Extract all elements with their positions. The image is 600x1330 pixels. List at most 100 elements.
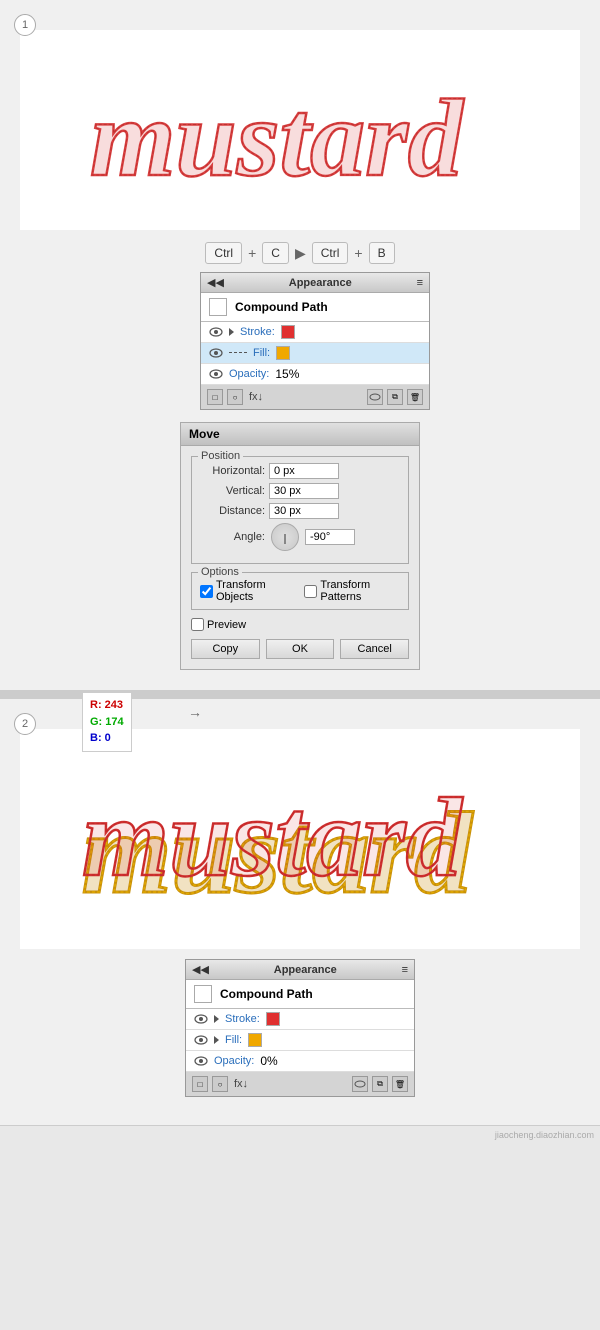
angle-input[interactable] <box>305 529 355 545</box>
panel-menu-btn-2[interactable]: ≡ <box>402 964 408 976</box>
arrow-sym: ▶ <box>295 245 306 262</box>
step-number-2: 2 <box>14 713 36 735</box>
opacity-label-1[interactable]: Opacity: <box>229 368 269 380</box>
header-swatch-1 <box>209 298 227 316</box>
key-b: B <box>369 242 395 264</box>
eye-icon-opacity-2 <box>194 1056 208 1066</box>
fill-label-2[interactable]: Fill: <box>225 1034 242 1046</box>
step-number-1: 1 <box>14 14 36 36</box>
angle-dial[interactable] <box>271 523 299 551</box>
panel-collapse-btn-1[interactable]: ◀◀ <box>207 276 224 289</box>
panel-container-1: R: 243 G: 174 B: 0 → ◀◀ Appearance ≡ Com… <box>20 272 580 410</box>
footer-icon-delete-1[interactable]: 🗑 <box>407 389 423 405</box>
fx-label-1[interactable]: fx↓ <box>249 391 263 403</box>
stroke-label-1[interactable]: Stroke: <box>240 326 275 338</box>
panel-header-label-2: Compound Path <box>220 987 313 1001</box>
vertical-label: Vertical: <box>200 485 265 497</box>
cancel-button[interactable]: Cancel <box>340 639 409 659</box>
distance-input[interactable] <box>269 503 339 519</box>
stroke-swatch-2 <box>266 1012 280 1026</box>
plus-2: + <box>354 245 362 261</box>
panel-header-2: Compound Path <box>186 980 414 1009</box>
angle-label: Angle: <box>200 531 265 543</box>
tri-icon-stroke-2 <box>214 1015 219 1023</box>
mustard-text-svg-1: mustard mustard <box>70 45 530 215</box>
eye-icon-fill-1 <box>209 348 223 358</box>
move-dialog: Move Position Horizontal: Vertical: Dist… <box>180 422 420 670</box>
angle-row: Angle: <box>200 523 400 551</box>
panel-collapse-btn-2[interactable]: ◀◀ <box>192 963 209 976</box>
transform-patterns-checkbox[interactable] <box>304 585 317 598</box>
mustard-main-fill: mustard <box>82 776 464 900</box>
stroke-row-2: Stroke: <box>186 1009 414 1030</box>
preview-checkbox[interactable] <box>191 618 204 631</box>
panel-wrapper-2: ◀◀ Appearance ≡ Compound Path Stroke: <box>20 959 580 1109</box>
checkbox-row: Transform Objects Transform Patterns <box>200 579 400 603</box>
opacity-value-2: 0% <box>260 1054 277 1068</box>
options-fieldset: Options Transform Objects Transform Patt… <box>191 572 409 610</box>
fill-label-1[interactable]: Fill: <box>253 347 270 359</box>
position-fieldset: Position Horizontal: Vertical: Distance:… <box>191 456 409 564</box>
footer-icon-eye-2[interactable] <box>352 1076 368 1092</box>
rgb-tooltip: R: 243 G: 174 B: 0 <box>82 692 132 752</box>
appearance-panel-1: ◀◀ Appearance ≡ Compound Path Stroke: <box>200 272 430 410</box>
opacity-row-2: Opacity: 0% <box>186 1051 414 1072</box>
footer-icon-square-2[interactable]: □ <box>192 1076 208 1092</box>
eye-icon-opacity-1 <box>209 369 223 379</box>
opacity-label-2[interactable]: Opacity: <box>214 1055 254 1067</box>
fill-swatch-1 <box>276 346 290 360</box>
mustard-text-svg-2: mustard mustard mustard mustard <box>60 747 540 932</box>
ok-button[interactable]: OK <box>266 639 335 659</box>
mustard-text-fill: mustard <box>90 77 465 199</box>
panel-menu-btn-1[interactable]: ≡ <box>417 277 423 289</box>
rgb-r-value: R: 243 <box>90 697 124 714</box>
canvas-area-2: mustard mustard mustard mustard <box>20 729 580 949</box>
stroke-label-2[interactable]: Stroke: <box>225 1013 260 1025</box>
fx-label-2[interactable]: fx↓ <box>234 1078 248 1090</box>
transform-objects-checkbox[interactable] <box>200 585 213 598</box>
key-c: C <box>262 242 289 264</box>
horizontal-input[interactable] <box>269 463 339 479</box>
panel-title-1: Appearance <box>289 277 352 289</box>
transform-objects-item: Transform Objects <box>200 579 292 603</box>
eye-icon-stroke-1 <box>209 327 223 337</box>
panel-header-1: Compound Path <box>201 293 429 322</box>
section-1: 1 mustard mustard Ctrl + C ▶ Ctrl + B R:… <box>0 0 600 691</box>
horizontal-row: Horizontal: <box>200 463 400 479</box>
transform-objects-label: Transform Objects <box>216 579 292 603</box>
section-2: 2 mustard mustard mustard mustard ◀◀ App… <box>0 699 600 1126</box>
footer-icon-delete-2[interactable]: 🗑 <box>392 1076 408 1092</box>
distance-label: Distance: <box>200 505 265 517</box>
footer-icon-circle-1[interactable]: ○ <box>227 389 243 405</box>
panel-header-label-1: Compound Path <box>235 300 328 314</box>
panel-footer-2: □ ○ fx↓ ⧉ 🗑 <box>186 1072 414 1096</box>
rgb-arrow-icon: → <box>188 704 202 720</box>
footer-icon-square-1[interactable]: □ <box>207 389 223 405</box>
canvas-area-1: mustard mustard <box>20 30 580 230</box>
footer-icon-eye-1[interactable] <box>367 389 383 405</box>
vertical-input[interactable] <box>269 483 339 499</box>
tri-icon-fill-2 <box>214 1036 219 1044</box>
transform-patterns-item: Transform Patterns <box>304 579 400 603</box>
distance-row: Distance: <box>200 503 400 519</box>
fill-row-1: Fill: <box>201 343 429 364</box>
copy-button[interactable]: Copy <box>191 639 260 659</box>
dialog-title: Move <box>181 423 419 446</box>
transform-patterns-label: Transform Patterns <box>320 579 400 603</box>
preview-label: Preview <box>207 619 246 631</box>
footer-icon-copy-2[interactable]: ⧉ <box>372 1076 388 1092</box>
stroke-row-1: Stroke: <box>201 322 429 343</box>
panel-footer-1: □ ○ fx↓ ⧉ 🗑 <box>201 385 429 409</box>
rgb-g-value: G: 174 <box>90 714 124 731</box>
bottom-watermark-text: jiaocheng.diaozhian.com <box>495 1130 594 1140</box>
dialog-buttons: Copy OK Cancel <box>191 639 409 659</box>
fill-dash-indicator <box>229 352 247 354</box>
footer-icon-copy-1[interactable]: ⧉ <box>387 389 403 405</box>
panel-titlebar-1: ◀◀ Appearance ≡ <box>201 273 429 293</box>
vertical-row: Vertical: <box>200 483 400 499</box>
key-ctrl-2: Ctrl <box>312 242 349 264</box>
bottom-watermark: jiaocheng.diaozhian.com <box>0 1126 600 1144</box>
key-ctrl-1: Ctrl <box>205 242 242 264</box>
footer-icon-circle-2[interactable]: ○ <box>212 1076 228 1092</box>
options-legend: Options <box>198 566 242 578</box>
